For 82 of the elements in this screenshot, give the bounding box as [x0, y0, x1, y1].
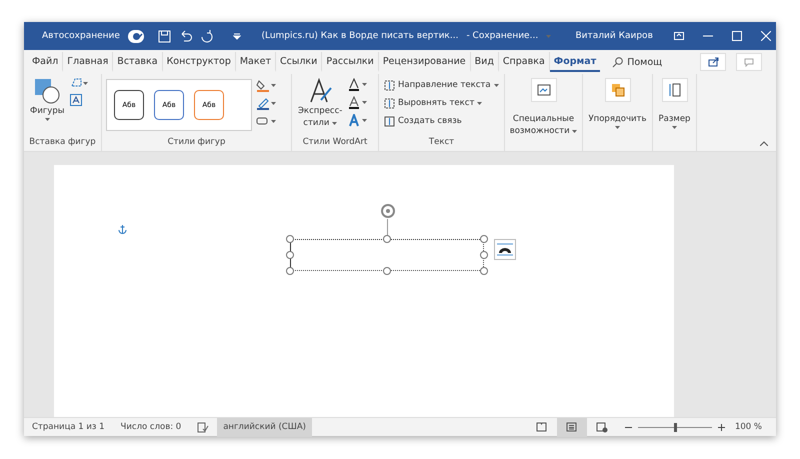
customize-icon[interactable]	[233, 32, 242, 40]
group-label: Вставка фигур	[28, 137, 97, 149]
view-button[interactable]	[556, 418, 587, 436]
command-icon	[384, 116, 395, 126]
resize-handle[interactable]	[382, 267, 390, 275]
proofing-icon[interactable]	[197, 422, 210, 432]
caret-icon	[546, 34, 552, 38]
minimize-icon	[703, 35, 714, 37]
user-name: Виталий Каиров	[576, 31, 653, 41]
resize-handle[interactable]	[382, 235, 390, 243]
share-button[interactable]	[700, 53, 726, 71]
text-box-icon[interactable]	[70, 94, 82, 106]
zoom-out-icon[interactable]	[624, 426, 632, 428]
text-effects-icon[interactable]	[348, 114, 368, 127]
ribbon-tab[interactable]: Рецензирование	[378, 52, 471, 72]
ribbon-tab[interactable]: Рассылки	[322, 52, 379, 72]
ribbon-tab[interactable]: Справка	[498, 52, 550, 72]
group-label: Текст	[428, 137, 456, 149]
maximize-icon	[732, 31, 742, 41]
layers-icon	[610, 83, 624, 97]
caret-icon	[44, 118, 50, 121]
image-icon	[536, 84, 550, 96]
search-icon	[612, 56, 624, 68]
layout-options-icon[interactable]	[494, 239, 516, 260]
caret-icon	[672, 126, 677, 129]
group-label: Стили фигур	[166, 137, 226, 149]
edit-shape-icon[interactable]	[70, 78, 88, 88]
command-icon	[384, 80, 395, 90]
page-layout-icon	[566, 422, 578, 432]
caret-icon	[615, 126, 620, 129]
ribbon-tab[interactable]: Макет	[236, 52, 276, 72]
ribbon-tab[interactable]: Вид	[470, 52, 499, 72]
shape-fill-icon[interactable]	[256, 79, 276, 92]
ribbon-tab[interactable]: Главная	[63, 52, 114, 72]
collapse-ribbon-icon[interactable]	[760, 141, 768, 146]
group-label: Стили WordArt	[302, 137, 368, 149]
anchor-icon	[116, 224, 128, 235]
undo-icon[interactable]	[179, 30, 192, 42]
command-icon	[384, 98, 395, 108]
ribbon-tab[interactable]: Конструктор	[162, 52, 236, 72]
document-title: (Lumpics.ru) Как в Ворде писать вертик...	[261, 31, 458, 41]
text-command[interactable]: Выровнять текст	[383, 94, 484, 112]
text-command[interactable]: Создать связь	[383, 112, 463, 130]
word-count: Число слов: 0	[120, 422, 182, 432]
text-command[interactable]: Направление текста	[383, 76, 500, 94]
size-button[interactable]: Размер	[657, 76, 692, 131]
page-count: Страница 1 из 1	[31, 422, 106, 432]
shapes-button[interactable]: Фигуры	[28, 76, 66, 123]
book-icon	[536, 422, 548, 432]
ribbon-tab[interactable]: Формат	[550, 52, 600, 72]
save-status: - Сохранение...	[466, 31, 538, 41]
caret-icon	[477, 102, 482, 104]
language-indicator[interactable]: английский (США)	[217, 418, 312, 436]
zoom-in-icon[interactable]	[718, 424, 725, 430]
ribbon-display-icon	[674, 32, 684, 40]
web-layout-icon	[596, 422, 608, 432]
accessibility-button[interactable]: Специальные возможности	[509, 76, 578, 138]
zoom-slider-thumb[interactable]	[674, 422, 677, 432]
rotate-handle-icon[interactable]	[380, 203, 396, 219]
text-fill-icon[interactable]	[348, 78, 368, 91]
ribbon-tab[interactable]: Файл	[28, 52, 64, 72]
search-help[interactable]: Помощ	[623, 52, 666, 72]
ribbon-tab[interactable]: Вставка	[113, 52, 163, 72]
size-icon	[668, 83, 682, 97]
text-outline-icon[interactable]	[348, 96, 368, 109]
redo-icon[interactable]	[200, 30, 214, 42]
caret-icon	[572, 130, 578, 133]
save-icon[interactable]	[158, 30, 172, 42]
autosave-label: Автосохранение	[42, 31, 120, 41]
share-icon	[708, 57, 718, 67]
shape-effects-icon[interactable]	[256, 115, 276, 126]
shape-outline-icon[interactable]	[256, 97, 276, 110]
caret-icon	[494, 84, 499, 86]
shapes-icon	[34, 78, 60, 104]
comment-icon	[744, 58, 754, 66]
zoom-level[interactable]: 100 %	[724, 422, 776, 432]
autosave-toggle[interactable]	[128, 30, 144, 42]
quick-styles-button[interactable]: Экспресс- стили	[296, 76, 344, 130]
arrange-button[interactable]: Упорядочить	[587, 76, 648, 131]
ribbon-tab[interactable]: Ссылки	[276, 52, 322, 72]
caret-icon	[332, 122, 338, 125]
close-icon	[760, 31, 771, 41]
